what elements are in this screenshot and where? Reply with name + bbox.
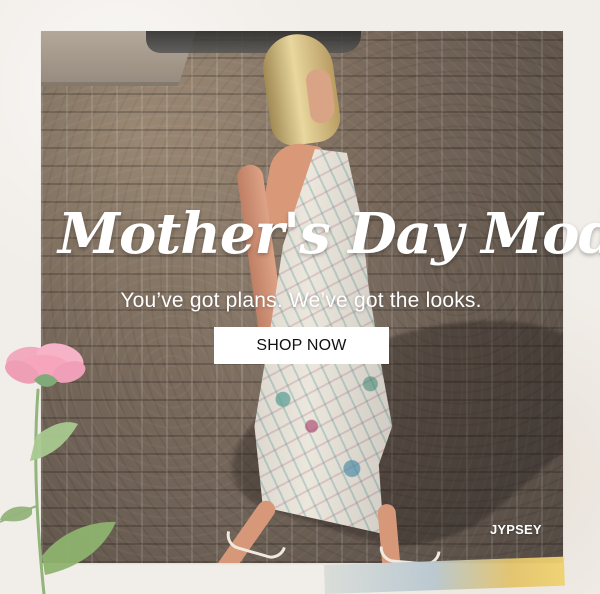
stem-branch xyxy=(0,505,38,523)
brand-label: JYPSEY xyxy=(490,522,542,537)
mothers-day-promo-banner: JYPSEY Mother's Day Mode You’ve got plan… xyxy=(0,0,600,594)
flower-petal xyxy=(5,360,39,384)
small-leaf xyxy=(0,506,32,522)
headline: Mother's Day Mode xyxy=(58,201,600,267)
shop-now-button[interactable]: SHOP NOW xyxy=(214,327,389,364)
subheadline: You’ve got plans. We’ve got the looks. xyxy=(120,289,482,312)
